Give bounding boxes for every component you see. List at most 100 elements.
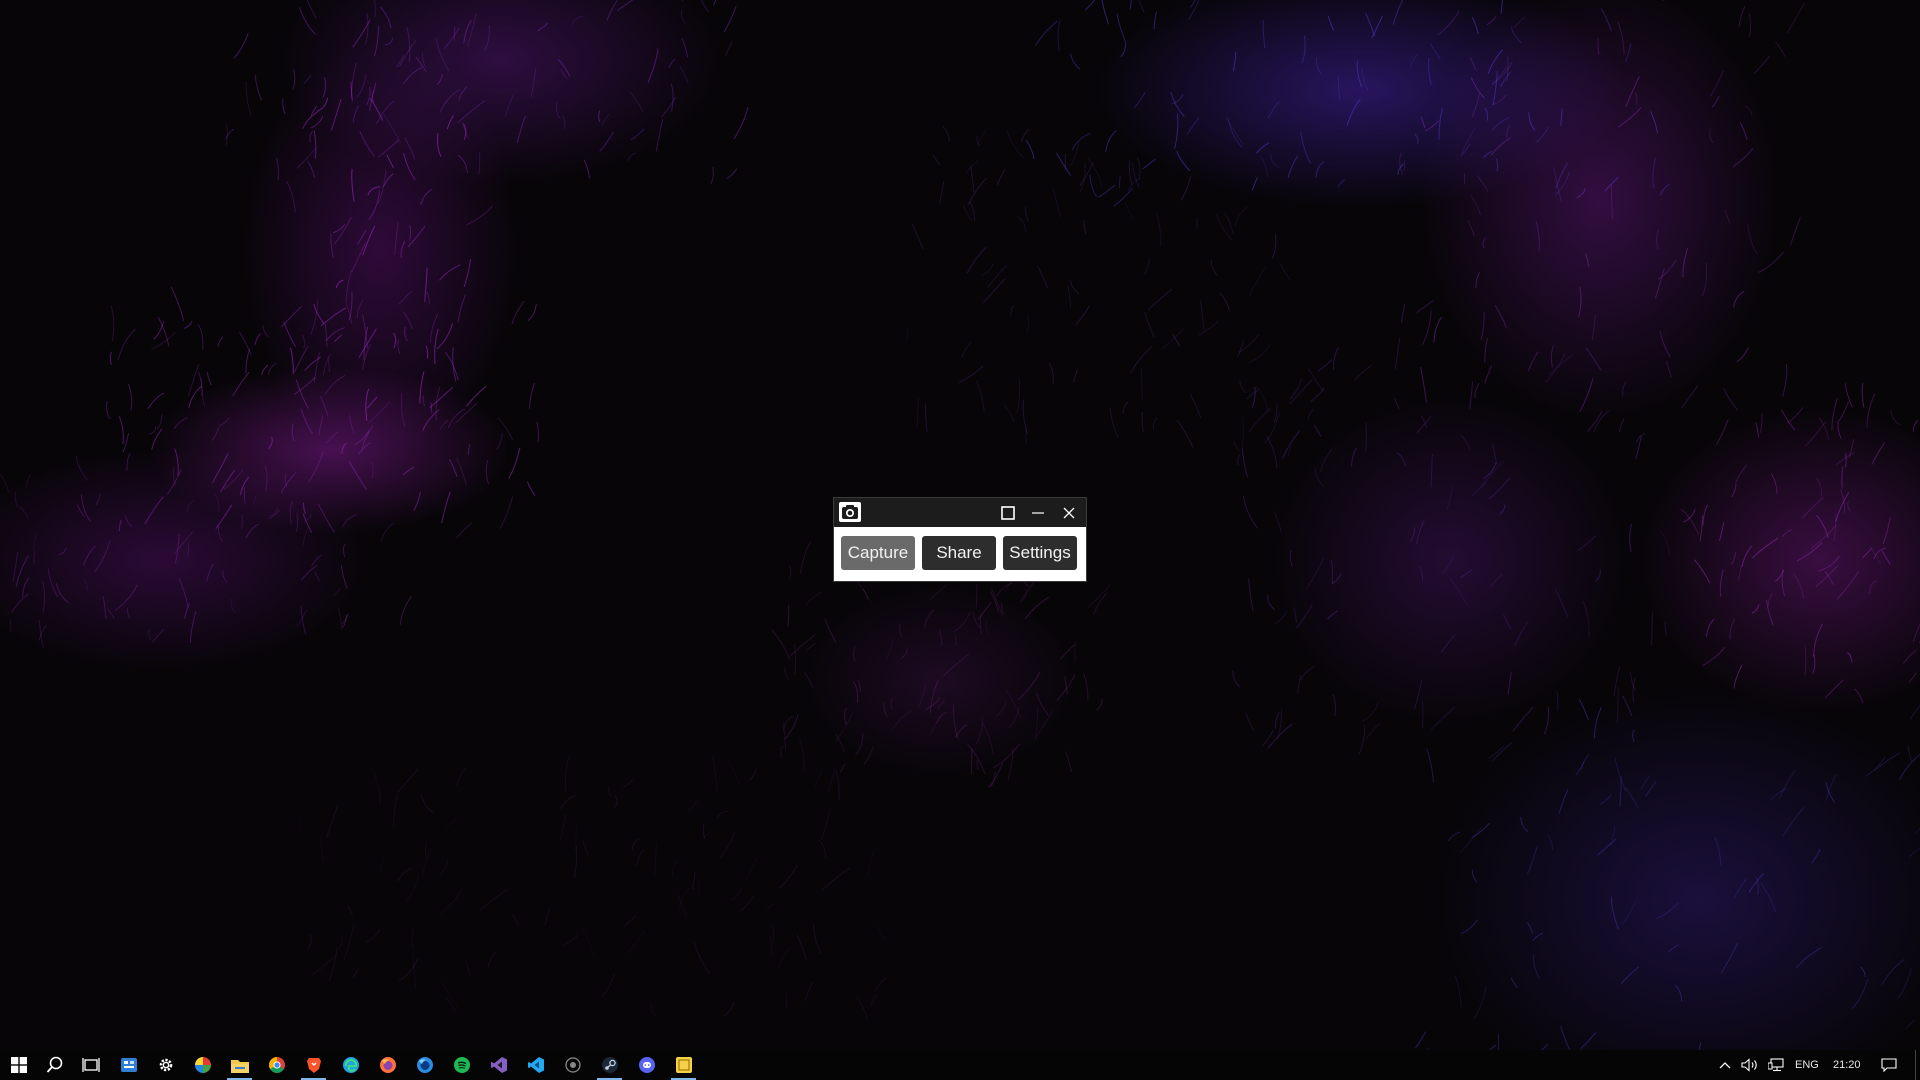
wallpaper-strand [405, 872, 420, 903]
language-indicator[interactable]: ENG [1795, 1050, 1819, 1080]
maximize-button[interactable] [993, 498, 1023, 527]
wallpaper-strand [310, 115, 324, 129]
wallpaper-strand [1625, 43, 1632, 62]
wallpaper-strand [629, 91, 644, 112]
wallpaper-strand [1469, 381, 1473, 410]
settings-gear-icon[interactable] [147, 1050, 184, 1080]
wallpaper-strand [359, 130, 376, 158]
wallpaper-strand [1074, 640, 1076, 662]
wallpaper-strand [1239, 380, 1247, 394]
wallpaper-strand [1326, 610, 1338, 620]
brave-icon[interactable] [295, 1050, 332, 1080]
wallpaper-strand [394, 221, 399, 255]
wallpaper-strand [1556, 691, 1559, 711]
steam-icon[interactable] [591, 1050, 628, 1080]
wallpaper-strand [1908, 672, 1917, 683]
wallpaper-strand [1270, 154, 1280, 168]
wallpaper-strand [1683, 509, 1696, 523]
file-explorer-icon[interactable] [221, 1050, 258, 1080]
search-icon[interactable] [36, 1050, 73, 1080]
notification-icon[interactable] [1874, 1050, 1904, 1080]
wallpaper-strand [439, 264, 461, 281]
wallpaper-strand [1873, 752, 1900, 771]
wallpaper-strand [876, 925, 886, 940]
minimize-button[interactable] [1023, 498, 1053, 527]
wallpaper-strand [1331, 573, 1342, 585]
spotify-icon[interactable] [443, 1050, 480, 1080]
wallpaper-strand [198, 371, 203, 397]
wallpaper-strand [269, 507, 279, 517]
wallpaper-strand [1136, 157, 1141, 181]
wallpaper-strand [1734, 878, 1747, 899]
wallpaper-strand [262, 325, 269, 338]
window-titlebar[interactable] [834, 498, 1086, 527]
task-view-icon[interactable] [72, 1050, 109, 1080]
widget-icon[interactable] [110, 1050, 147, 1080]
wallpaper-strand [311, 554, 323, 567]
network-icon[interactable] [1764, 1050, 1788, 1080]
wallpaper-strand [1492, 117, 1510, 131]
github-desktop-icon[interactable] [554, 1050, 591, 1080]
wallpaper-strand [398, 40, 417, 68]
show-desktop-button[interactable] [1915, 1050, 1916, 1080]
wallpaper-strand [1535, 126, 1550, 143]
firefox-icon[interactable] [369, 1050, 406, 1080]
windows-start-icon[interactable] [0, 1050, 37, 1080]
wallpaper-strand [857, 679, 862, 693]
wallpaper-strand [127, 383, 133, 411]
wallpaper-strand [1036, 692, 1049, 716]
wallpaper-strand [824, 618, 837, 644]
discord-icon[interactable] [628, 1050, 665, 1080]
chevron-up-icon[interactable] [1713, 1050, 1737, 1080]
chrome-icon[interactable] [258, 1050, 295, 1080]
wallpaper-strand [15, 554, 29, 588]
wallpaper-strand [1467, 219, 1475, 237]
wallpaper-strand [626, 931, 645, 955]
wallpaper-strand [1426, 748, 1434, 783]
settings-button[interactable]: Settings [1003, 536, 1077, 570]
wallpaper-strand [1299, 665, 1315, 681]
wallpaper-strand [1471, 869, 1478, 884]
wallpaper-strand [446, 115, 454, 130]
wallpaper-strand [796, 934, 808, 961]
wallpaper-strand [996, 582, 1013, 597]
wallpaper-strand [1769, 788, 1787, 801]
wallpaper-strand [47, 568, 59, 598]
wallpaper-strand [1616, 686, 1619, 723]
wallpaper-strand [571, 15, 584, 26]
screenshot-app-icon[interactable] [665, 1050, 702, 1080]
wallpaper-strand [439, 419, 449, 430]
close-button[interactable] [1054, 498, 1084, 527]
wallpaper-strand [1133, 92, 1146, 109]
volume-icon[interactable] [1738, 1050, 1762, 1080]
wallpaper-strand [1614, 757, 1626, 791]
wallpaper-strand [1480, 460, 1504, 489]
wallpaper-strand [1526, 922, 1533, 934]
wallpaper-strand [1694, 559, 1711, 584]
wallpaper-strand [1415, 1031, 1427, 1049]
wallpaper-strand [1594, 707, 1602, 739]
wallpaper-strand [467, 13, 477, 47]
wallpaper-strand [1841, 466, 1844, 488]
wallpaper-strand [1503, 614, 1512, 630]
wallpaper-strand [911, 223, 924, 250]
firefox-developer-icon[interactable] [406, 1050, 443, 1080]
wallpaper-strand [83, 579, 88, 591]
wallpaper-strand [110, 305, 115, 342]
clock[interactable]: 21:20 [1833, 1050, 1861, 1080]
wallpaper-strand [354, 430, 370, 446]
edge-icon[interactable] [332, 1050, 369, 1080]
capture-button[interactable]: Capture [841, 536, 915, 570]
wallpaper-strand [1815, 565, 1839, 588]
color-app-icon[interactable] [184, 1050, 221, 1080]
wallpaper-strand [1736, 347, 1749, 363]
vscode-icon[interactable] [517, 1050, 554, 1080]
wallpaper-strand [966, 160, 979, 173]
share-button[interactable]: Share [922, 536, 996, 570]
wallpaper-strand [206, 563, 214, 582]
wallpaper-strand [356, 300, 364, 319]
visual-studio-icon[interactable] [480, 1050, 517, 1080]
wallpaper-strand [238, 331, 252, 356]
wallpaper-strand [320, 307, 347, 327]
wallpaper-strand [398, 290, 413, 305]
